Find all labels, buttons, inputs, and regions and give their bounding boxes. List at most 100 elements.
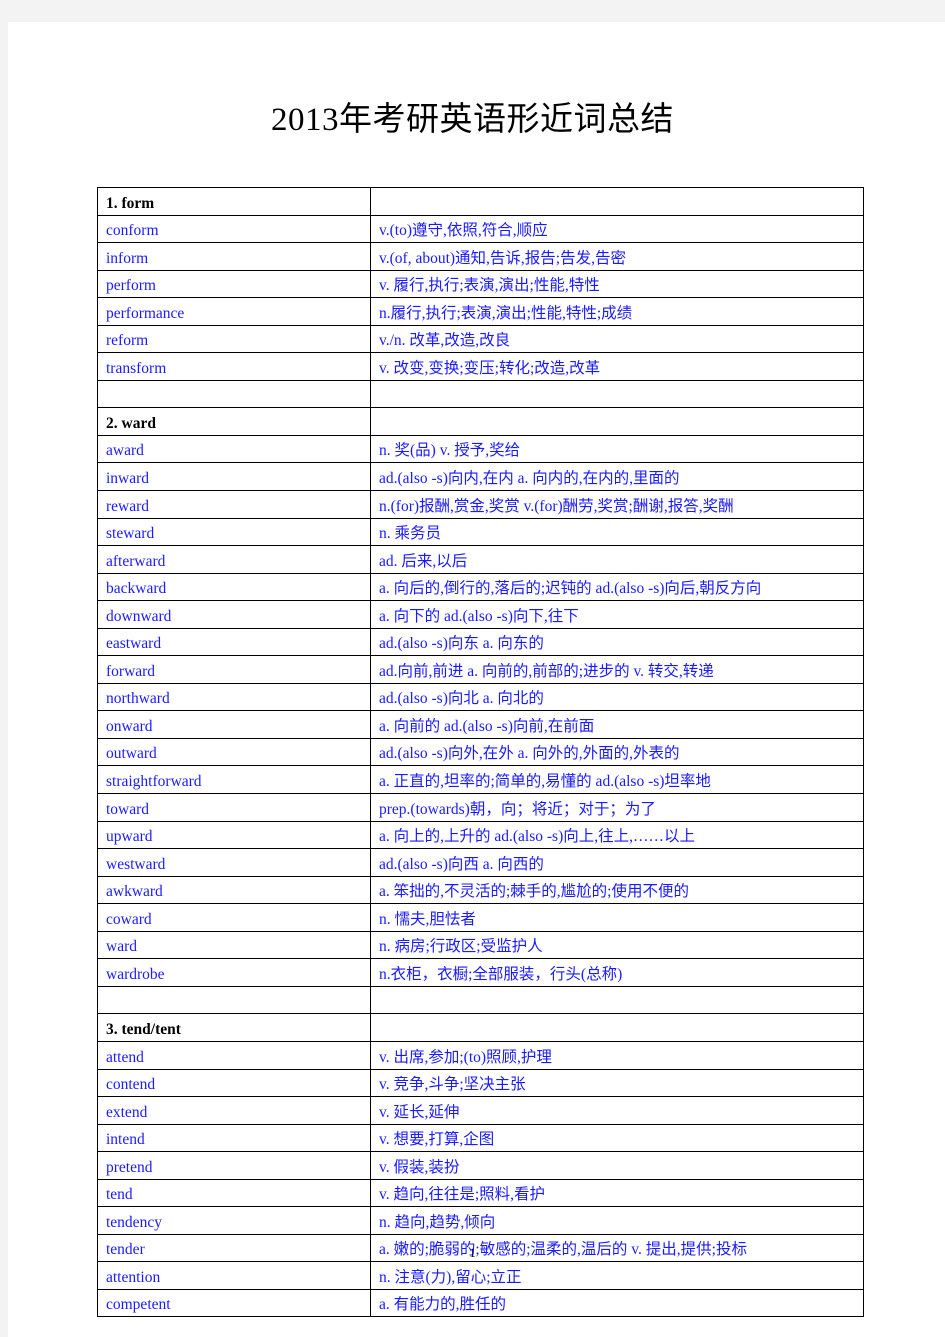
table-row: eastward ad.(also -s)向东 a. 向东的	[97, 627, 864, 657]
word-cell: perform	[97, 269, 371, 299]
definition-cell: ad.(also -s)向北 a. 向北的	[370, 682, 864, 712]
table-row: pretend v. 假装,装扮	[97, 1151, 864, 1180]
word-cell: wardrobe	[97, 958, 371, 987]
table-row: coward n. 懦夫,胆怯者	[97, 903, 864, 932]
word-cell: awkward	[97, 875, 371, 905]
definition-cell: n.履行,执行;表演,演出;性能,特性;成绩	[370, 297, 864, 326]
blank-row	[97, 379, 864, 409]
definition-cell: a. 向前的 ad.(also -s)向前,在前面	[370, 710, 864, 739]
word-cell: inward	[97, 462, 371, 492]
blank-cell	[97, 985, 371, 1015]
table-row: westward ad.(also -s)向西 a. 向西的	[97, 848, 864, 877]
table-row: outward ad.(also -s)向外,在外 a. 向外的,外面的,外表的	[97, 737, 864, 767]
word-cell: pretend	[97, 1151, 371, 1180]
table-row: onward a. 向前的 ad.(also -s)向前,在前面	[97, 710, 864, 739]
definition-cell: ad. 后来,以后	[370, 545, 864, 574]
table-row: tend v. 趋向,往往是;照料,看护	[97, 1178, 864, 1208]
definition-cell: n.(for)报酬,赏金,奖赏 v.(for)酬劳,奖赏;酬谢,报答,奖酬	[370, 490, 864, 519]
table-row: tendency n. 趋向,趋势,倾向	[97, 1206, 864, 1235]
word-cell: steward	[97, 517, 371, 547]
page-number: 1	[469, 1245, 476, 1260]
section-heading: 3. tend/tent	[97, 1013, 371, 1042]
word-cell: award	[97, 434, 371, 464]
section-heading-empty	[370, 407, 864, 436]
word-cell: competent	[97, 1288, 371, 1318]
word-cell: transform	[97, 352, 371, 381]
table-row: conform v.(to)遵守,依照,符合,顺应	[97, 214, 864, 244]
table-row: inward ad.(also -s)向内,在内 a. 向内的,在内的,里面的	[97, 462, 864, 492]
table-row: awkward a. 笨拙的,不灵活的;棘手的,尴尬的;使用不便的	[97, 875, 864, 905]
table-row: wardrobe n.衣柜，衣橱;全部服装，行头(总称)	[97, 958, 864, 987]
word-cell: performance	[97, 297, 371, 326]
word-cell: northward	[97, 682, 371, 712]
table-row: competent a. 有能力的,胜任的	[97, 1288, 864, 1318]
definition-cell: a. 向上的,上升的 ad.(also -s)向上,往上,……以上	[370, 820, 864, 850]
table-row: upward a. 向上的,上升的 ad.(also -s)向上,往上,……以上	[97, 820, 864, 850]
definition-cell: ad.(also -s)向内,在内 a. 向内的,在内的,里面的	[370, 462, 864, 492]
definition-cell: prep.(towards)朝，向；将近；对于；为了	[370, 793, 864, 822]
table-row: intend v. 想要,打算,企图	[97, 1123, 864, 1153]
definition-cell: n.衣柜，衣橱;全部服装，行头(总称)	[370, 958, 864, 987]
table-row: performance n.履行,执行;表演,演出;性能,特性;成绩	[97, 297, 864, 326]
definition-cell: n. 病房;行政区;受监护人	[370, 930, 864, 960]
table-row: transform v. 改变,变换;变压;转化;改造,改革	[97, 352, 864, 381]
word-cell: backward	[97, 572, 371, 602]
section-heading-empty	[370, 1013, 864, 1042]
definition-cell: a. 笨拙的,不灵活的;棘手的,尴尬的;使用不便的	[370, 875, 864, 905]
section-heading: 2. ward	[97, 407, 371, 436]
word-cell: afterward	[97, 545, 371, 574]
table-row: toward prep.(towards)朝，向；将近；对于；为了	[97, 793, 864, 822]
word-cell: toward	[97, 793, 371, 822]
word-cell: intend	[97, 1123, 371, 1153]
word-cell: contend	[97, 1068, 371, 1098]
definition-cell: n. 注意(力),留心;立正	[370, 1261, 864, 1290]
definition-cell: ad.(also -s)向东 a. 向东的	[370, 627, 864, 657]
definition-cell: v. 延长,延伸	[370, 1096, 864, 1125]
definition-cell: n. 乘务员	[370, 517, 864, 547]
word-cell: tend	[97, 1178, 371, 1208]
definition-cell: a. 向下的 ad.(also -s)向下,往下	[370, 600, 864, 629]
section-heading: 1. form	[97, 187, 371, 216]
section-header-row: 2. ward	[97, 407, 864, 436]
definition-cell: ad.(also -s)向西 a. 向西的	[370, 848, 864, 877]
definition-cell: a. 向后的,倒行的,落后的;迟钝的 ad.(also -s)向后,朝反方向	[370, 572, 864, 602]
word-cell: attend	[97, 1040, 371, 1070]
word-cell: outward	[97, 737, 371, 767]
word-cell: attention	[97, 1261, 371, 1290]
definition-cell: v. 想要,打算,企图	[370, 1123, 864, 1153]
blank-cell	[370, 379, 864, 409]
vocabulary-table: 1. form conform v.(to)遵守,依照,符合,顺应 inform v.(…	[97, 187, 864, 1318]
table-row: attend v. 出席,参加;(to)照顾,护理	[97, 1040, 864, 1070]
table-row: reform v./n. 改革,改造,改良	[97, 324, 864, 354]
word-cell: eastward	[97, 627, 371, 657]
table-row: backward a. 向后的,倒行的,落后的;迟钝的 ad.(also -s)向…	[97, 572, 864, 602]
table-row: ward n. 病房;行政区;受监护人	[97, 930, 864, 960]
word-cell: coward	[97, 903, 371, 932]
word-cell: tendency	[97, 1206, 371, 1235]
definition-cell: v. 改变,变换;变压;转化;改造,改革	[370, 352, 864, 381]
table-row: afterward ad. 后来,以后	[97, 545, 864, 574]
word-cell: conform	[97, 214, 371, 244]
word-cell: straightforward	[97, 765, 371, 795]
definition-cell: n. 奖(品) v. 授予,奖给	[370, 434, 864, 464]
table-row: downward a. 向下的 ad.(also -s)向下,往下	[97, 600, 864, 629]
word-cell: upward	[97, 820, 371, 850]
definition-cell: ad.(also -s)向外,在外 a. 向外的,外面的,外表的	[370, 737, 864, 767]
definition-cell: a. 有能力的,胜任的	[370, 1288, 864, 1318]
table-row: perform v. 履行,执行;表演,演出;性能,特性	[97, 269, 864, 299]
table-row: steward n. 乘务员	[97, 517, 864, 547]
table-row: award n. 奖(品) v. 授予,奖给	[97, 434, 864, 464]
word-cell: reward	[97, 490, 371, 519]
definition-cell: v. 出席,参加;(to)照顾,护理	[370, 1040, 864, 1070]
blank-cell	[370, 985, 864, 1015]
definition-cell: a. 正直的,坦率的;简单的,易懂的 ad.(also -s)坦率地	[370, 765, 864, 795]
word-cell: onward	[97, 710, 371, 739]
word-cell: ward	[97, 930, 371, 960]
word-cell: extend	[97, 1096, 371, 1125]
definition-cell: n. 趋向,趋势,倾向	[370, 1206, 864, 1235]
section-header-row: 3. tend/tent	[97, 1013, 864, 1042]
word-cell: reform	[97, 324, 371, 354]
section-header-row: 1. form	[97, 187, 864, 216]
definition-cell: n. 懦夫,胆怯者	[370, 903, 864, 932]
table-row: reward n.(for)报酬,赏金,奖赏 v.(for)酬劳,奖赏;酬谢,报答…	[97, 490, 864, 519]
